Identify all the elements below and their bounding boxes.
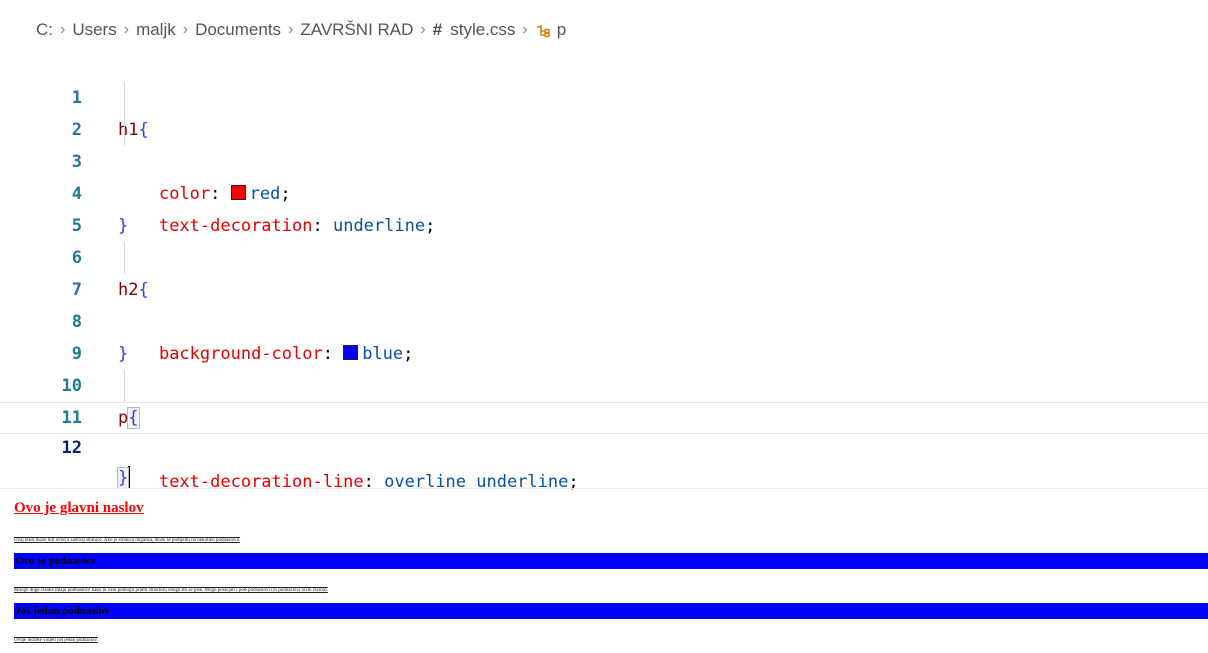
- css-selector-icon: [536, 25, 550, 38]
- code-editor[interactable]: C: › Users › maljk › Documents › ZAVRŠNI…: [0, 0, 1208, 492]
- code-line[interactable]: 9: [0, 306, 1208, 364]
- breadcrumb-item-folder[interactable]: ZAVRŠNI RAD: [300, 20, 413, 40]
- code-line[interactable]: 6 h2{: [0, 210, 1208, 300]
- code-line[interactable]: 3 text-decoration: underline;: [0, 114, 1208, 236]
- breadcrumb-item-symbol[interactable]: p: [557, 20, 566, 40]
- indent-guide: [124, 82, 125, 114]
- code-line[interactable]: 2 color: red;: [0, 82, 1208, 204]
- code-line[interactable]: 5: [0, 178, 1208, 236]
- breadcrumb-item-users[interactable]: Users: [72, 20, 116, 40]
- code-line[interactable]: 1 h1{: [0, 50, 1208, 140]
- code-lines[interactable]: 1 h1{ 2 color: red; 3 text-decoration: u…: [0, 50, 1208, 492]
- chevron-right-icon: ›: [60, 21, 66, 38]
- breadcrumb-item-drive[interactable]: C:: [36, 20, 53, 40]
- chevron-right-icon: ›: [182, 21, 189, 38]
- chevron-right-icon: ›: [522, 21, 528, 38]
- breadcrumb-item-file[interactable]: style.css: [450, 20, 515, 40]
- code-line[interactable]: 8 }: [0, 274, 1208, 364]
- code-line[interactable]: 11 text-decoration-line: overline underl…: [0, 370, 1208, 492]
- chevron-right-icon: ›: [123, 21, 130, 38]
- preview-heading-2: Još jedan podnaslov: [14, 603, 1208, 619]
- line-number: 12: [61, 438, 82, 458]
- chevron-right-icon: ›: [420, 21, 426, 38]
- css-value: overline underline: [384, 472, 569, 492]
- indent-guide: [124, 370, 125, 402]
- css-property: text-decoration-line: [158, 472, 364, 492]
- preview-heading-2: Ovo je podnaslov: [14, 553, 1208, 569]
- preview-paragraph: Mnogo duge članke imaju podnaslove kako …: [14, 588, 328, 593]
- preview-heading-1: Ovo je glavni naslov: [14, 500, 144, 516]
- breadcrumb-item-user[interactable]: maljk: [136, 20, 176, 40]
- preview-paragraph: Ovdje možete vidjeti još jedan podnaslov…: [14, 638, 98, 643]
- breadcrumb-item-documents[interactable]: Documents: [195, 20, 281, 40]
- browser-preview: Ovo je glavni naslov Ovaj tekst može bit…: [14, 498, 1208, 653]
- css-colon: :: [363, 472, 385, 492]
- code-line[interactable]: 4 }: [0, 146, 1208, 236]
- code-line[interactable]: 10 p{: [0, 338, 1208, 429]
- close-brace: }: [116, 467, 130, 489]
- chevron-right-icon: ›: [288, 21, 294, 38]
- indent-guide: [124, 114, 125, 146]
- indent-guide: [124, 242, 125, 274]
- code-line-current[interactable]: 12 }: [0, 402, 1208, 489]
- divider: [0, 488, 1208, 489]
- semicolon: ;: [568, 472, 579, 492]
- preview-paragraph: Ovaj tekst može biti uvod u sadržaj stra…: [14, 538, 241, 543]
- breadcrumb: C: › Users › maljk › Documents › ZAVRŠNI…: [36, 18, 566, 42]
- code-line[interactable]: 7 background-color: blue;: [0, 242, 1208, 364]
- hash-icon: #: [432, 20, 443, 39]
- text-cursor: [128, 466, 131, 488]
